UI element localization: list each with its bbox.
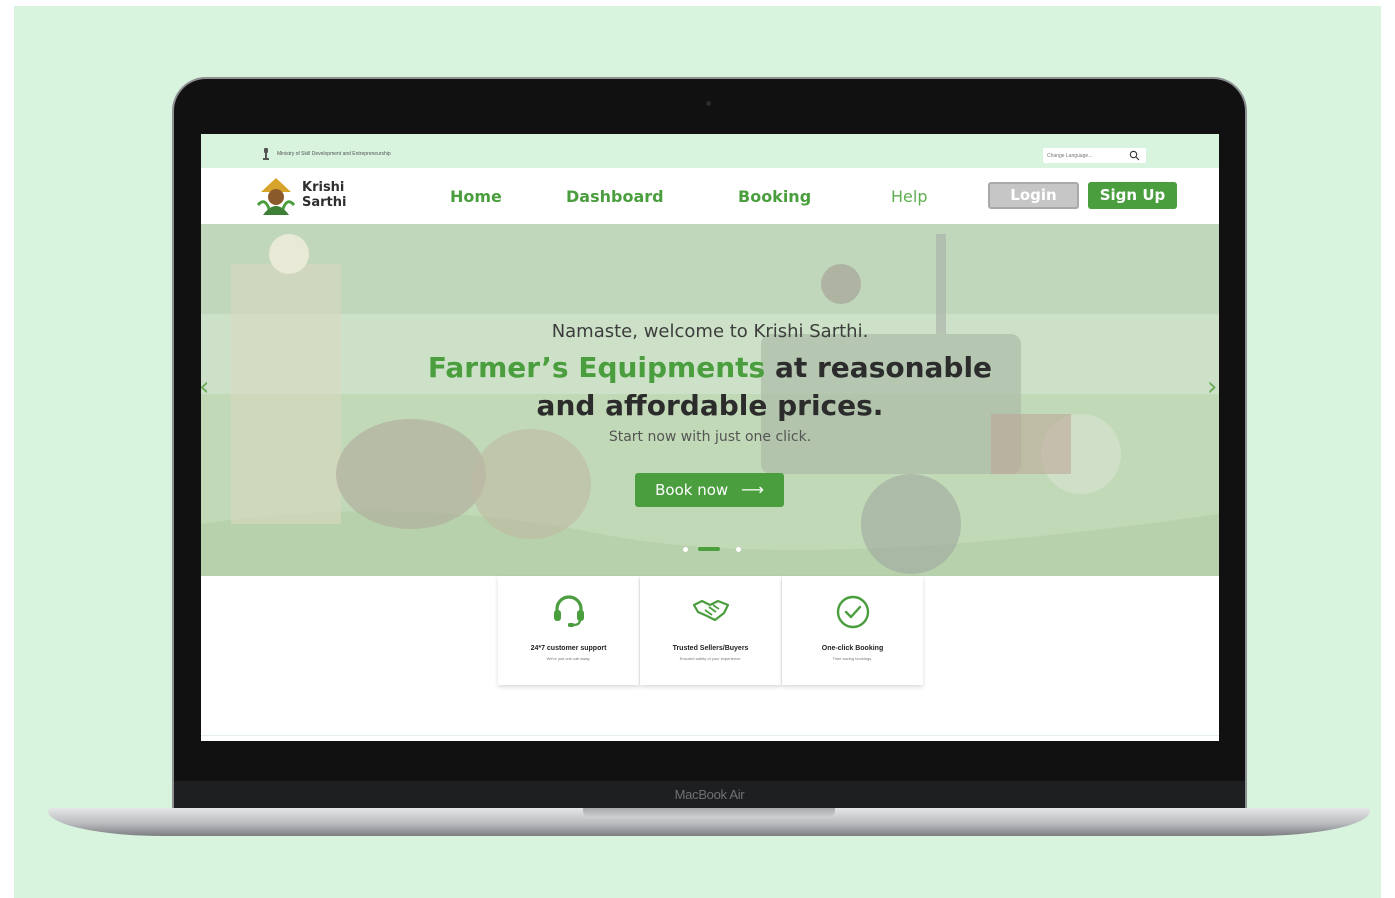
carousel-indicators [681,546,741,552]
book-now-button[interactable]: Book now ⟶ [635,473,784,507]
signup-button[interactable]: Sign Up [1088,182,1177,209]
carousel-dot[interactable] [736,547,741,552]
feature-subtitle: We're just one call away. [546,656,591,661]
feature-card-trusted: Trusted Sellers/Buyers Ensured safety of… [640,576,781,685]
device-label: MacBook Air [674,787,745,802]
laptop-screen: Ministry of Skill Development and Entrep… [201,134,1219,741]
nav-home[interactable]: Home [450,187,502,206]
nav-booking[interactable]: Booking [738,187,811,206]
webcam [706,101,711,106]
government-topbar: Ministry of Skill Development and Entrep… [201,134,1219,168]
arrow-right-icon: ⟶ [740,480,764,499]
feature-subtitle: Time saving bookings. [832,656,873,661]
feature-subtitle: Ensured safety of your experience. [679,656,742,661]
nav-dashboard[interactable]: Dashboard [566,187,664,206]
check-circle-icon [836,595,869,629]
feature-title: 24*7 customer support [530,645,607,652]
language-input[interactable] [1047,150,1125,161]
krishi-sarthi-logo-icon[interactable] [255,175,297,217]
hero-welcome: Namaste, welcome to Krishi Sarthi. [551,321,869,342]
feature-card-support: 24*7 customer support We're just one cal… [498,576,639,685]
hero-headline: Farmer’s Equipments at reasonable and af… [201,349,1219,425]
footer-divider [201,735,1219,736]
nav-help[interactable]: Help [891,187,927,206]
hero-banner: ‹ › Namaste, welcome to Krishi Sarthi. F… [201,224,1219,576]
features-section: 24*7 customer support We're just one cal… [498,576,923,685]
brand-name[interactable]: Krishi Sarthi [302,180,362,210]
headset-icon [553,595,584,627]
headline-accent: Farmer’s Equipments [427,351,766,384]
carousel-dot[interactable] [683,547,688,552]
brand-line-1: Krishi [302,180,345,195]
language-selector[interactable] [1043,148,1146,163]
book-now-label: Book now [655,481,729,499]
feature-title: One-click Booking [821,645,884,652]
national-emblem-icon [263,148,269,160]
feature-title: Trusted Sellers/Buyers [672,645,749,652]
carousel-dot-active[interactable] [698,547,720,551]
headline-rest: at reasonable [774,351,993,384]
brand-line-2: Sarthi [302,195,347,210]
main-navbar: Krishi Sarthi Home Dashboard Booking Hel… [201,168,1219,224]
hero-subtext: Start now with just one click. [608,429,812,445]
ministry-label: Ministry of Skill Development and Entrep… [277,151,391,157]
laptop-hinge-notch [583,808,835,818]
headline-line-2: and affordable prices. [536,389,884,422]
search-icon[interactable] [1129,150,1140,161]
feature-card-booking: One-click Booking Time saving bookings. [782,576,923,685]
login-button[interactable]: Login [988,182,1079,209]
handshake-icon [692,599,729,622]
